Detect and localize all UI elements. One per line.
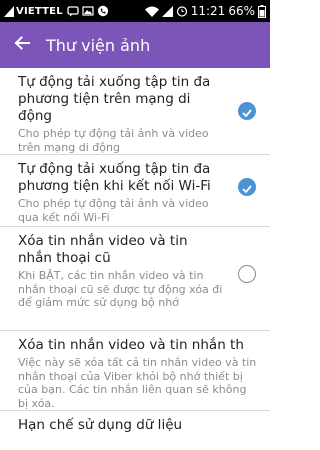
check-icon — [242, 102, 252, 121]
app-bar: Thư viện ảnh — [0, 22, 270, 68]
setting-delete-old-messages[interactable]: Xóa tin nhắn video và tin nhắn thoại cũ … — [0, 227, 270, 331]
settings-list: Tự động tải xuống tập tin đa phương tiện… — [0, 68, 270, 450]
back-button[interactable] — [0, 22, 44, 68]
signal-bars-icon — [161, 5, 173, 17]
setting-description: Cho phép tự động tải ảnh và video qua kế… — [18, 197, 209, 224]
setting-description: Khi BẬT, các tin nhắn video và tin nhắn … — [18, 269, 223, 309]
setting-auto-download-wifi[interactable]: Tự động tải xuống tập tin đa phương tiện… — [0, 155, 270, 227]
carrier-name: VIETTEL — [16, 5, 63, 17]
setting-title: Hạn chế sử dụng dữ liệu — [18, 417, 183, 433]
setting-description: Cho phép tự động tải ảnh và video trên m… — [18, 127, 209, 154]
arrow-left-icon — [14, 35, 30, 55]
setting-restrict-data-usage[interactable]: Hạn chế sử dụng dữ liệu — [0, 411, 270, 450]
image-icon — [82, 5, 94, 17]
setting-title: Tự động tải xuống tập tin đa phương tiện… — [18, 74, 211, 124]
setting-description: Việc này sẽ xóa tất cả tin nhắn video và… — [18, 356, 257, 410]
battery-percent: 66% — [228, 4, 255, 18]
checkbox-checked[interactable] — [238, 178, 256, 196]
alarm-clock-icon — [176, 5, 188, 17]
setting-title: Xóa tin nhắn video và tin nhắn th — [18, 337, 244, 353]
clock-time: 11:21 — [190, 4, 226, 18]
check-icon — [242, 178, 252, 197]
signal-icon — [4, 5, 14, 17]
status-left: VIETTEL — [0, 0, 109, 22]
battery-icon — [258, 4, 266, 18]
messenger-icon — [67, 5, 79, 17]
checkbox-unchecked[interactable] — [238, 265, 256, 283]
setting-title: Xóa tin nhắn video và tin nhắn thoại cũ — [18, 233, 188, 266]
setting-title: Tự động tải xuống tập tin đa phương tiện… — [18, 161, 211, 194]
status-right: 11:21 66% — [144, 0, 270, 22]
phone-icon — [97, 5, 109, 17]
wifi-icon — [144, 6, 159, 17]
page-title: Thư viện ảnh — [46, 35, 151, 55]
checkbox-checked[interactable] — [238, 102, 256, 120]
setting-delete-all-messages[interactable]: Xóa tin nhắn video và tin nhắn th Việc n… — [0, 331, 270, 411]
setting-auto-download-mobile[interactable]: Tự động tải xuống tập tin đa phương tiện… — [0, 68, 270, 155]
status-bar: VIETTEL 11:21 66% — [0, 0, 270, 22]
